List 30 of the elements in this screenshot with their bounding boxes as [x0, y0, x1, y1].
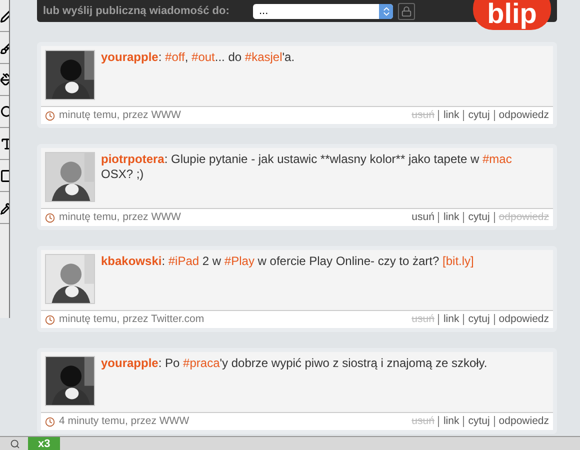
post-meta: 4 minuty temu, przez WWW — [59, 414, 190, 429]
action-link[interactable]: cytuj — [468, 109, 490, 121]
clock-icon — [45, 416, 55, 426]
post-message: yourapple: #off, #out... do #kasjel'a. — [101, 50, 296, 66]
lock-button[interactable] — [398, 2, 415, 20]
tool-icon[interactable] — [10, 438, 20, 448]
action-link[interactable]: cytuj — [468, 313, 490, 325]
post-meta: minutę temu, przez WWW — [59, 210, 181, 225]
clock-icon — [45, 110, 55, 120]
post-message: piotrpotera: Glupie pytanie - jak ustawic **wlasny kolor** jako tapete w #mac OSX? ;) — [101, 152, 513, 183]
post-meta: minutę temu, przez WWW — [59, 108, 181, 123]
action-link[interactable]: link — [443, 415, 460, 427]
action-link[interactable]: odpowiedz — [498, 415, 549, 427]
action-link[interactable]: link — [443, 211, 460, 223]
clock-icon — [45, 212, 55, 222]
blip-logo: blip — [473, 0, 551, 30]
action-link[interactable]: usuń — [412, 211, 434, 223]
action-link[interactable]: link — [443, 109, 460, 121]
post-message: yourapple: Po #praca'y dobrze wypić piwo z siostrą i znajomą ze szkoły. — [101, 356, 488, 372]
post-message: kbakowski: #iPad 2 w #Play w ofercie Play Online- czy to żart? [bit.ly] — [101, 254, 475, 270]
clock-icon — [45, 314, 55, 324]
lock-icon — [401, 6, 412, 16]
post-meta: minutę temu, przez Twitter.com — [59, 312, 204, 327]
action-link[interactable]: odpowiedz — [498, 313, 549, 325]
action-link[interactable]: cytuj — [468, 211, 490, 223]
recipient-label: lub wyślij publiczną wiadomość do: — [43, 4, 230, 19]
action-link[interactable]: odpowiedz — [498, 109, 549, 121]
action-link[interactable]: cytuj — [468, 415, 490, 427]
recipient-select[interactable]: ... — [253, 4, 393, 18]
action-link[interactable]: link — [443, 313, 460, 325]
